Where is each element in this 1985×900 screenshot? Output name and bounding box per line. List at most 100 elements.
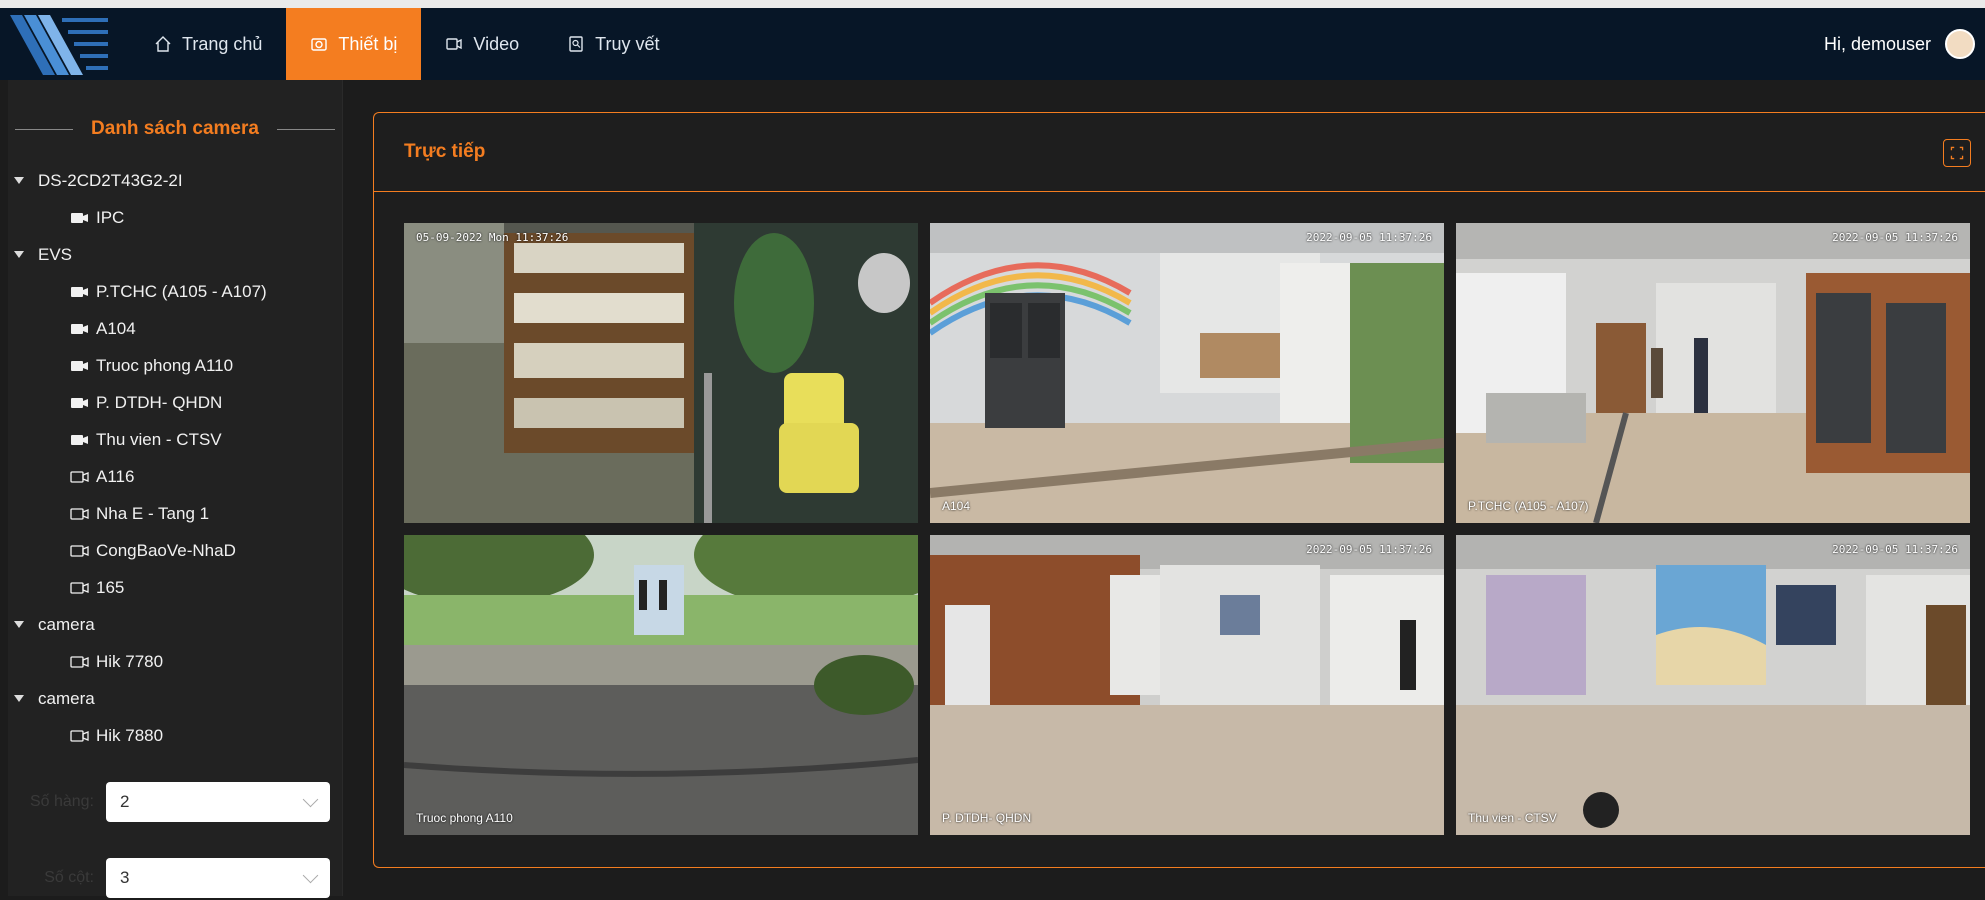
trace-icon [569, 36, 583, 52]
camera-feed [404, 535, 918, 835]
fullscreen-icon [1950, 146, 1964, 160]
camera-feed [930, 535, 1444, 835]
camera-offline-icon [70, 729, 89, 742]
camera-tile[interactable]: 2022-09-05 11:37:26 A104 [930, 223, 1444, 523]
chevron-down-icon [302, 791, 319, 808]
camera-tile[interactable]: 2022-09-05 11:37:26 Thu vien - CTSV [1456, 535, 1970, 835]
nav-label: Video [473, 33, 520, 54]
caret-down-icon[interactable] [14, 695, 24, 702]
tree-camera-item[interactable]: Thu vien - CTSV [8, 421, 342, 458]
tree-item-label: DS-2CD2T43G2-2I [38, 170, 183, 190]
tree-group[interactable]: camera [8, 606, 342, 643]
nav-trang-chu[interactable]: Trang chủ [130, 8, 286, 80]
tree-camera-item[interactable]: Hik 7780 [8, 643, 342, 680]
tree-camera-item[interactable]: 165 [8, 569, 342, 606]
tree-item-label: A116 [96, 466, 135, 486]
tree-item-label: Truoc phong A110 [96, 355, 234, 375]
camera-online-icon [71, 323, 88, 334]
camera-offline-icon [70, 507, 89, 520]
user-greeting: Hi, demouser [1823, 33, 1931, 54]
tree-item-label: 165 [96, 577, 125, 597]
home-icon [155, 36, 171, 52]
nav-truy-vet[interactable]: Truy vết [543, 8, 683, 80]
tree-item-label: camera [38, 614, 95, 634]
tree-camera-item[interactable]: A116 [8, 458, 342, 495]
tile-camera-label: A104 [942, 499, 971, 513]
tile-camera-label: Thu vien - CTSV [1468, 811, 1557, 825]
avatar[interactable] [1945, 29, 1975, 59]
camera-tile[interactable]: 2022-09-05 11:37:26 P.TCHC (A105 - A107) [1456, 223, 1970, 523]
tile-camera-label: Truoc phong A110 [416, 811, 513, 825]
title-rule-left [15, 128, 74, 130]
camera-offline-icon [70, 470, 89, 483]
sidebar-title: Danh sách camera [8, 114, 342, 144]
tree-camera-item[interactable]: IPC [8, 199, 342, 236]
tree-item-label: P.TCHC (A105 - A107) [96, 281, 267, 301]
title-rule-right [276, 128, 335, 130]
tree-group[interactable]: EVS [8, 236, 342, 273]
fullscreen-button[interactable] [1943, 139, 1971, 167]
rows-setting: Số hàng: 2 [8, 780, 342, 824]
camera-tile[interactable]: Truoc phong A110 [404, 535, 918, 835]
tree-item-label: Nha E - Tang 1 [96, 503, 210, 523]
top-bar: Trang chủ Thiết bị Video Truy vết Hi, de… [0, 0, 1985, 80]
tree-camera-item[interactable]: Truoc phong A110 [8, 347, 342, 384]
tree-camera-item[interactable]: A104 [8, 310, 342, 347]
camera-tile[interactable]: 05-09-2022 Mon 11:37:26 [404, 223, 918, 523]
tree-group[interactable]: camera [8, 680, 342, 717]
nav-thiet-bi[interactable]: Thiết bị [286, 8, 422, 80]
rows-select[interactable]: 2 [106, 782, 330, 822]
tree-camera-item[interactable]: Nha E - Tang 1 [8, 495, 342, 532]
camera-offline-icon [70, 544, 89, 557]
camera-feed [1456, 223, 1970, 523]
tree-item-label: Thu vien - CTSV [96, 429, 222, 449]
cols-label: Số cột: [44, 869, 94, 886]
caret-down-icon[interactable] [14, 251, 24, 258]
video-icon [446, 38, 463, 50]
tree-camera-item[interactable]: P. DTDH- QHDN [8, 384, 342, 421]
user-menu[interactable]: Hi, demouser [1824, 8, 1985, 80]
tile-camera-label: P. DTDH- QHDN [942, 811, 1032, 825]
camera-feed [404, 223, 918, 523]
tree-camera-item[interactable]: P.TCHC (A105 - A107) [8, 273, 342, 310]
tree-camera-item[interactable]: CongBaoVe-NhaD [8, 532, 342, 569]
camera-online-icon [71, 434, 88, 445]
camera-online-icon [71, 212, 88, 223]
caret-down-icon[interactable] [14, 621, 24, 628]
camera-feed [1456, 535, 1970, 835]
camera-offline-icon [70, 581, 89, 594]
chevron-down-icon [302, 867, 319, 884]
camera-online-icon [71, 360, 88, 371]
tree-item-label: Hik 7780 [96, 651, 164, 671]
camera-online-icon [71, 397, 88, 408]
nav-label: Thiết bị [338, 33, 398, 54]
tile-camera-label: P.TCHC (A105 - A107) [1468, 499, 1589, 513]
camera-tile[interactable]: 2022-09-05 11:37:26 P. DTDH- QHDN [930, 535, 1444, 835]
tree-item-label: camera [38, 688, 95, 708]
cols-setting: Số cột: 3 [8, 856, 342, 900]
camera-feed [930, 223, 1444, 523]
camera-offline-icon [70, 655, 89, 668]
panel-header: Trực tiếp [374, 113, 1985, 192]
cols-select[interactable]: 3 [106, 858, 330, 898]
tree-camera-item[interactable]: Hik 7880 [8, 717, 342, 754]
nav-video[interactable]: Video [421, 8, 543, 80]
tile-timestamp: 2022-09-05 11:37:26 [1306, 543, 1432, 556]
rows-value: 2 [120, 792, 130, 811]
sidebar: Danh sách camera DS-2CD2T43G2-2I IPC EVS P.… [8, 80, 343, 898]
tree-group[interactable]: DS-2CD2T43G2-2I [8, 162, 342, 199]
logo[interactable] [10, 10, 110, 80]
tree-item-label: CongBaoVe-NhaD [96, 540, 236, 560]
tree-item-label: EVS [38, 244, 73, 264]
tree-item-label: IPC [96, 207, 125, 227]
tile-timestamp: 2022-09-05 11:37:26 [1306, 231, 1432, 244]
camera-online-icon [71, 286, 88, 297]
tile-timestamp: 2022-09-05 11:37:26 [1832, 543, 1958, 556]
tree-item-label: P. DTDH- QHDN [96, 392, 223, 412]
rows-label: Số hàng: [29, 793, 94, 810]
nav-label: Trang chủ [182, 33, 263, 54]
main-nav: Trang chủ Thiết bị Video Truy vết [130, 8, 684, 80]
tree-item-label: A104 [96, 318, 136, 338]
caret-down-icon[interactable] [14, 177, 24, 184]
tile-timestamp: 2022-09-05 11:37:26 [1832, 231, 1958, 244]
